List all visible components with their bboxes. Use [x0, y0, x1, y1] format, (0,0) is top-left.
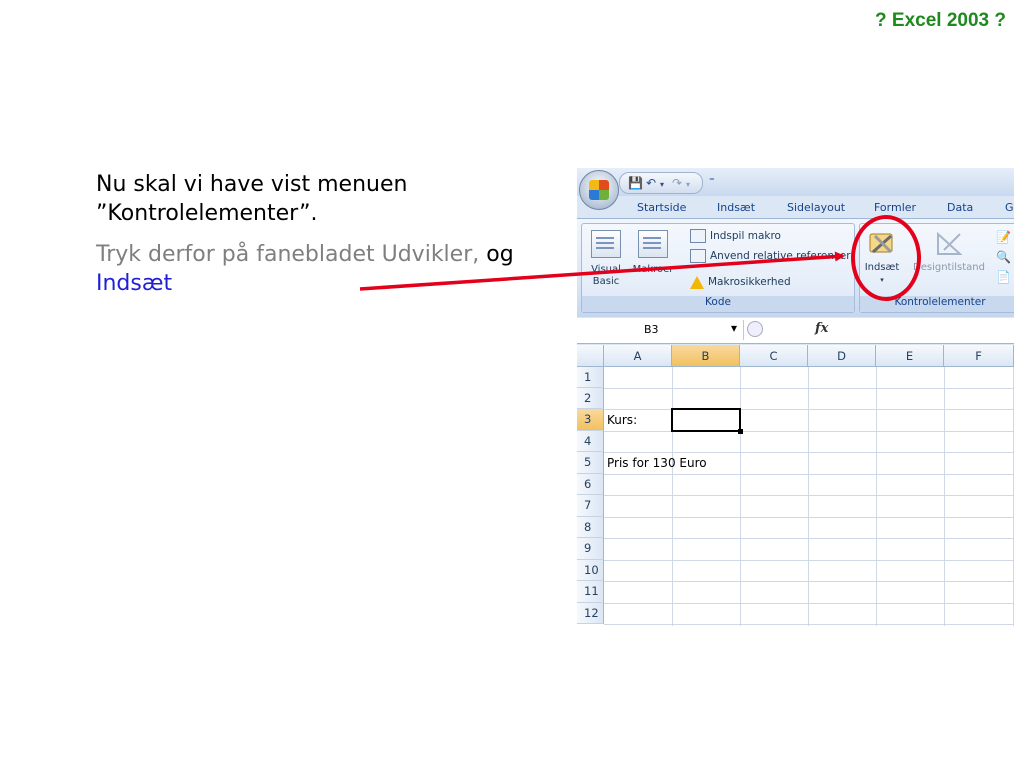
worksheet-grid: A B C D E F 1 2 3 4 5 6 7 8 9 10 11 12 K… — [577, 345, 1014, 626]
makrosikkerhed-label: Makrosikkerhed — [708, 276, 791, 288]
grid-line — [604, 495, 1014, 496]
grid-line — [1013, 367, 1014, 626]
col-header-e[interactable]: E — [876, 345, 944, 367]
grid-line — [604, 560, 1014, 561]
row-header-8[interactable]: 8 — [577, 517, 604, 538]
col-header-f[interactable]: F — [944, 345, 1014, 367]
office-button[interactable] — [579, 170, 619, 210]
row-header-10[interactable]: 10 — [577, 560, 604, 581]
save-icon[interactable]: 💾 — [628, 176, 643, 190]
grid-line — [604, 409, 1014, 410]
visual-basic-button[interactable]: Visual Basic — [584, 230, 628, 288]
fill-handle[interactable] — [738, 429, 743, 434]
indspil-makro-button[interactable]: Indspil makro — [690, 228, 781, 244]
row-header-7[interactable]: 7 — [577, 495, 604, 517]
tab-sidelayout[interactable]: Sidelayout — [787, 201, 845, 214]
kode-group-label: Kode — [582, 296, 854, 312]
instruction-line-1: Nu skal vi have vist menuen ”Kontrolelem… — [96, 170, 516, 228]
grid-line — [604, 474, 1014, 475]
redo-icon[interactable]: ↷ — [672, 176, 682, 190]
grid-line — [604, 581, 1014, 582]
ribbon-tabs: Startside Indsæt Sidelayout Formler Data… — [577, 196, 1014, 218]
tab-indsaet[interactable]: Indsæt — [717, 201, 755, 214]
relative-ref-button[interactable]: Anvend relative referencer — [690, 248, 851, 264]
col-header-d[interactable]: D — [808, 345, 876, 367]
tab-data[interactable]: Data — [947, 201, 973, 214]
makroer-label: Makroer — [632, 264, 674, 275]
col-header-b[interactable]: B — [672, 345, 740, 367]
ribbon-group-kode: Visual Basic Makroer Indspil makro Anven… — [581, 223, 855, 313]
tab-g[interactable]: G — [1005, 201, 1014, 214]
name-box-dropdown-icon[interactable]: ▾ — [731, 321, 737, 335]
row-header-12[interactable]: 12 — [577, 603, 604, 624]
ribbon: Visual Basic Makroer Indspil makro Anven… — [577, 218, 1014, 317]
indspil-makro-label: Indspil makro — [710, 230, 781, 242]
customize-qat-icon[interactable]: ⁼ — [709, 174, 715, 187]
makroer-button[interactable]: Makroer — [630, 230, 676, 276]
row-header-6[interactable]: 6 — [577, 474, 604, 495]
quick-access-toolbar: 💾 ↶ ▾ ↷ ▾ ⁼ — [577, 168, 1014, 196]
grid-line — [944, 367, 945, 626]
grid-line — [740, 367, 741, 626]
relative-ref-label: Anvend relative referencer — [710, 250, 851, 262]
grid-line — [604, 431, 1014, 432]
formula-bar: B3 ▾ fx — [577, 318, 1014, 344]
formula-bar-expand-icon[interactable] — [747, 321, 763, 337]
grid-line — [808, 367, 809, 626]
cell-a5[interactable]: Pris for 130 Euro — [607, 453, 707, 473]
record-macro-icon — [690, 229, 706, 243]
undo-icon[interactable]: ↶ — [646, 176, 656, 190]
instruction-line-2-indsaet: Indsæt — [96, 271, 173, 296]
name-box[interactable]: B3 ▾ — [577, 320, 744, 340]
instruction-text: Nu skal vi have vist menuen ”Kontrolelem… — [96, 170, 516, 310]
grid-line — [604, 603, 1014, 604]
grid-line — [672, 367, 673, 626]
col-header-c[interactable]: C — [740, 345, 808, 367]
row-header-3[interactable]: 3 — [577, 409, 604, 431]
name-box-value: B3 — [644, 323, 659, 336]
grid-line — [876, 367, 877, 626]
warning-icon — [690, 275, 704, 289]
select-all-corner[interactable] — [577, 345, 604, 367]
grid-line — [604, 538, 1014, 539]
redo-dropdown-icon[interactable]: ▾ — [686, 180, 690, 189]
office-logo-icon — [589, 180, 609, 200]
instruction-line-1a: Nu skal vi have vist menuen — [96, 172, 408, 197]
row-header-2[interactable]: 2 — [577, 388, 604, 409]
row-header-1[interactable]: 1 — [577, 367, 604, 388]
grid-line — [604, 624, 1014, 625]
row-header-9[interactable]: 9 — [577, 538, 604, 560]
designtilstand-label: Designtilstand — [913, 262, 985, 273]
excel-screenshot: 💾 ↶ ▾ ↷ ▾ ⁼ Startside Indsæt Sidelayout … — [577, 168, 1014, 626]
col-header-a[interactable]: A — [604, 345, 672, 367]
relative-ref-icon — [690, 249, 706, 263]
grid-line — [604, 517, 1014, 518]
tab-startside[interactable]: Startside — [637, 201, 686, 214]
makroer-icon — [638, 230, 668, 258]
row-header-5[interactable]: 5 — [577, 452, 604, 474]
visual-basic-label: Visual Basic — [591, 264, 621, 287]
row-header-4[interactable]: 4 — [577, 431, 604, 452]
undo-dropdown-icon[interactable]: ▾ — [660, 180, 664, 189]
tab-formler[interactable]: Formler — [874, 201, 916, 214]
run-dialog-icon[interactable]: 📄 — [996, 270, 1011, 284]
insert-function-icon[interactable]: fx — [815, 321, 828, 336]
indsaet-highlight-circle — [851, 215, 921, 301]
visual-basic-icon — [591, 230, 621, 258]
makrosikkerhed-button[interactable]: Makrosikkerhed — [690, 274, 791, 290]
properties-icon[interactable]: 📝 — [996, 230, 1011, 244]
instruction-line-1b: ”Kontrolelementer”. — [96, 201, 318, 226]
view-code-icon[interactable]: 🔍 — [996, 250, 1011, 264]
instruction-line-2-og: og — [486, 242, 514, 267]
grid-line — [604, 388, 1014, 389]
instruction-line-2-gray: Tryk derfor på fanebladet Udvikler, — [96, 242, 480, 267]
row-header-11[interactable]: 11 — [577, 581, 604, 603]
cell-a3[interactable]: Kurs: — [607, 410, 637, 430]
quick-access-pill: 💾 ↶ ▾ ↷ ▾ — [619, 172, 703, 194]
selected-cell-b3[interactable] — [671, 408, 741, 432]
slide-corner-title: ? Excel 2003 ? — [875, 10, 1006, 31]
design-mode-icon — [934, 230, 964, 258]
instruction-line-2: Tryk derfor på fanebladet Udvikler, og I… — [96, 240, 516, 298]
